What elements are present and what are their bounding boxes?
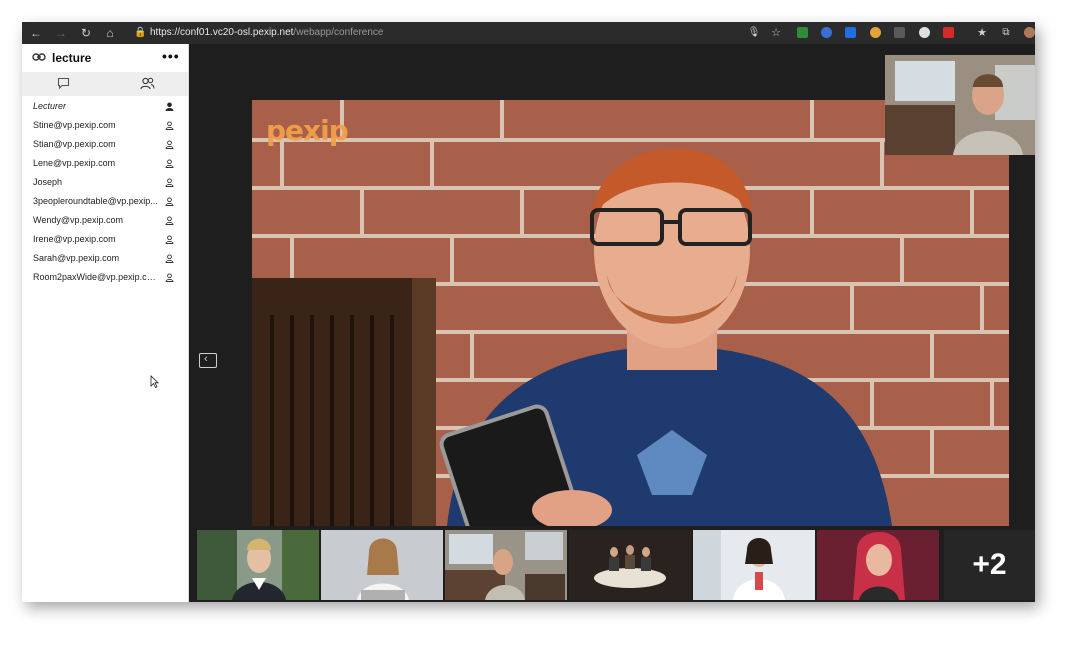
self-view-video <box>885 55 1035 155</box>
favorites-icon[interactable]: ★ <box>974 25 990 41</box>
participant-row[interactable]: Wendy@vp.pexip.com <box>22 212 188 231</box>
sidebar-tabs <box>22 72 188 96</box>
participant-name: Lecturer <box>33 101 67 111</box>
toggle-sidebar-button[interactable]: ‹ <box>199 353 217 368</box>
extension-white-icon[interactable] <box>919 27 930 38</box>
profile-avatar[interactable] <box>1024 27 1035 38</box>
mouse-cursor-icon <box>150 375 159 388</box>
extension-chrome-icon[interactable] <box>870 27 881 38</box>
participant-row[interactable]: Irene@vp.pexip.com <box>22 231 188 250</box>
participant-name: Room2paxWide@vp.pexip.com <box>33 272 158 282</box>
participant-name: 3peopleroundtable@vp.pexip... <box>33 196 158 206</box>
participant-name: Stian@vp.pexip.com <box>33 139 116 149</box>
microphone-icon[interactable]: 🎙 <box>746 25 762 41</box>
participant-name: Stine@vp.pexip.com <box>33 120 116 130</box>
guest-user-icon <box>165 178 174 187</box>
guest-user-icon <box>165 216 174 225</box>
url-host: https://conf01.vc20-osl.pexip.net <box>150 27 294 38</box>
participant-name: Wendy@vp.pexip.com <box>33 215 124 225</box>
guest-user-icon <box>165 140 174 149</box>
guest-user-icon <box>165 159 174 168</box>
guest-user-icon <box>165 235 174 244</box>
more-options-button[interactable]: ••• <box>162 48 180 64</box>
lock-icon: 🔒 <box>134 27 147 38</box>
participant-name: Joseph <box>33 177 63 187</box>
extension-red-icon[interactable] <box>943 27 954 38</box>
tab-participants[interactable] <box>105 72 188 96</box>
speaker-video-frame <box>252 100 1009 526</box>
participant-row[interactable]: Lene@vp.pexip.com <box>22 155 188 174</box>
favorite-star-icon[interactable]: ☆ <box>768 25 784 41</box>
extension-green-icon[interactable] <box>797 27 808 38</box>
chat-icon <box>57 77 70 90</box>
guest-user-icon <box>165 197 174 206</box>
more-participants-count: +2 <box>972 548 1007 581</box>
participant-name: Lene@vp.pexip.com <box>33 158 116 168</box>
sidebar-header: lecture ••• <box>22 44 188 72</box>
thumbnail-video <box>445 530 567 600</box>
participant-name: Irene@vp.pexip.com <box>33 234 116 244</box>
extension-blue-link-icon[interactable] <box>821 27 832 38</box>
thumbnail-video <box>197 530 319 600</box>
thumbnail-video <box>321 530 443 600</box>
participant-thumbnail[interactable] <box>445 530 567 600</box>
thumbnail-video <box>693 530 815 600</box>
home-icon[interactable]: ⌂ <box>102 25 118 41</box>
more-participants-tile[interactable]: +2 <box>944 530 1035 600</box>
guest-user-icon <box>165 254 174 263</box>
address-bar[interactable]: 🔒 https://conf01.vc20-osl.pexip.net/webap… <box>134 25 834 41</box>
tab-chat[interactable] <box>22 72 105 96</box>
url-path: /webapp/conference <box>293 27 384 38</box>
participant-thumbnail[interactable] <box>693 530 815 600</box>
collections-icon[interactable]: ⧉ <box>998 25 1014 41</box>
browser-window: ← → ↻ ⌂ 🔒 https://conf01.vc20-osl.pexip.n… <box>22 22 1035 602</box>
link-icon[interactable] <box>32 52 46 62</box>
participant-row[interactable]: Stine@vp.pexip.com <box>22 117 188 136</box>
participants-icon <box>140 77 155 90</box>
self-view-frame <box>885 55 1035 155</box>
thumbnail-video <box>817 530 939 600</box>
participant-thumbnail[interactable] <box>321 530 443 600</box>
extension-grid-icon[interactable] <box>845 27 856 38</box>
pexip-watermark: pexip <box>266 114 349 147</box>
participant-row[interactable]: 3peopleroundtable@vp.pexip... <box>22 193 188 212</box>
participant-thumbnail[interactable] <box>569 530 691 600</box>
participant-name: Sarah@vp.pexip.com <box>33 253 120 263</box>
host-user-icon <box>165 102 174 111</box>
guest-user-icon <box>165 121 174 130</box>
reload-icon[interactable]: ↻ <box>78 25 94 41</box>
participant-row[interactable]: Room2paxWide@vp.pexip.com <box>22 269 188 288</box>
thumbnail-video <box>569 530 691 600</box>
browser-toolbar: ← → ↻ ⌂ 🔒 https://conf01.vc20-osl.pexip.n… <box>22 22 1035 44</box>
participant-row[interactable]: Lecturer <box>22 98 188 117</box>
participant-thumbnail[interactable] <box>197 530 319 600</box>
main-speaker-video: pexip <box>252 100 1009 526</box>
forward-icon[interactable]: → <box>53 25 69 41</box>
chevron-left-icon: ‹ <box>204 353 208 365</box>
back-icon[interactable]: ← <box>28 25 44 41</box>
extension-shield-icon[interactable] <box>894 27 905 38</box>
video-stage: ‹ pexip +2 <box>189 44 1035 602</box>
conference-sidebar: lecture ••• Lecturer Stine@vp.pexip.com St… <box>22 44 189 602</box>
guest-user-icon <box>165 273 174 282</box>
participant-thumbnail[interactable] <box>817 530 939 600</box>
conference-title: lecture <box>52 51 92 65</box>
participant-row[interactable]: Joseph <box>22 174 188 193</box>
participant-row[interactable]: Sarah@vp.pexip.com <box>22 250 188 269</box>
participant-row[interactable]: Stian@vp.pexip.com <box>22 136 188 155</box>
